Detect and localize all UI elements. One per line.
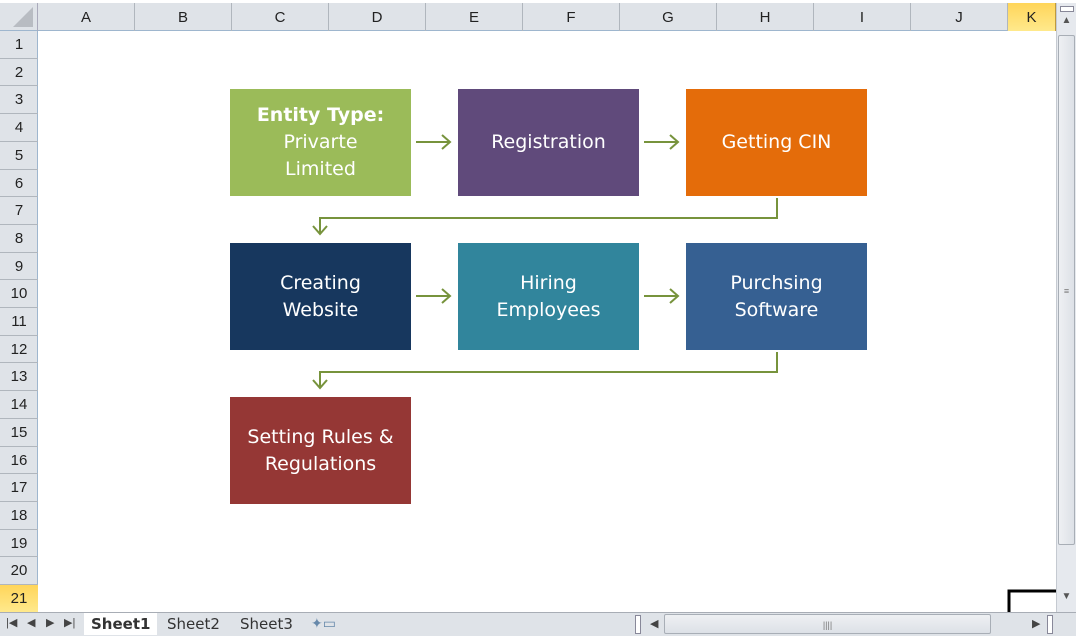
tab-sheet1[interactable]: Sheet1 [84, 613, 158, 635]
scroll-right-arrow-icon[interactable]: ▶ [1032, 617, 1040, 630]
arrow-connector [644, 134, 680, 150]
first-sheet-icon[interactable]: |◀ [6, 616, 17, 629]
insert-worksheet-icon[interactable]: ✦▭ [311, 613, 336, 635]
last-sheet-icon[interactable]: ▶| [64, 616, 75, 629]
arrow-connector [416, 288, 452, 304]
vertical-scroll-thumb[interactable]: ≡ [1058, 35, 1075, 545]
arrow-connector [416, 134, 452, 150]
vertical-scrollbar[interactable]: ▲ ≡ ▼ [1056, 3, 1076, 612]
tab-split-handle[interactable] [635, 615, 641, 634]
elbow-connector [312, 198, 778, 236]
next-sheet-icon[interactable]: ▶ [46, 616, 54, 629]
horizontal-scroll-thumb[interactable]: |||| [664, 614, 991, 634]
scroll-left-arrow-icon[interactable]: ◀ [650, 617, 658, 630]
prev-sheet-icon[interactable]: ◀ [27, 616, 35, 629]
flow-connectors [312, 134, 1056, 612]
arrow-connector [644, 288, 680, 304]
scroll-down-arrow-icon[interactable]: ▼ [1057, 591, 1076, 609]
scroll-up-arrow-icon[interactable]: ▲ [1057, 15, 1076, 33]
selected-cell-border [1007, 589, 1056, 612]
split-handle[interactable] [1060, 6, 1074, 12]
hsplit-handle[interactable] [1047, 615, 1053, 634]
tab-sheet3[interactable]: Sheet3 [240, 613, 293, 635]
elbow-connector [312, 352, 778, 390]
sheet-tab-bar: |◀ ◀ ▶ ▶| Sheet1 Sheet2 Sheet3 ✦▭ ◀ ||||… [0, 612, 1076, 636]
tab-sheet2[interactable]: Sheet2 [167, 613, 220, 635]
